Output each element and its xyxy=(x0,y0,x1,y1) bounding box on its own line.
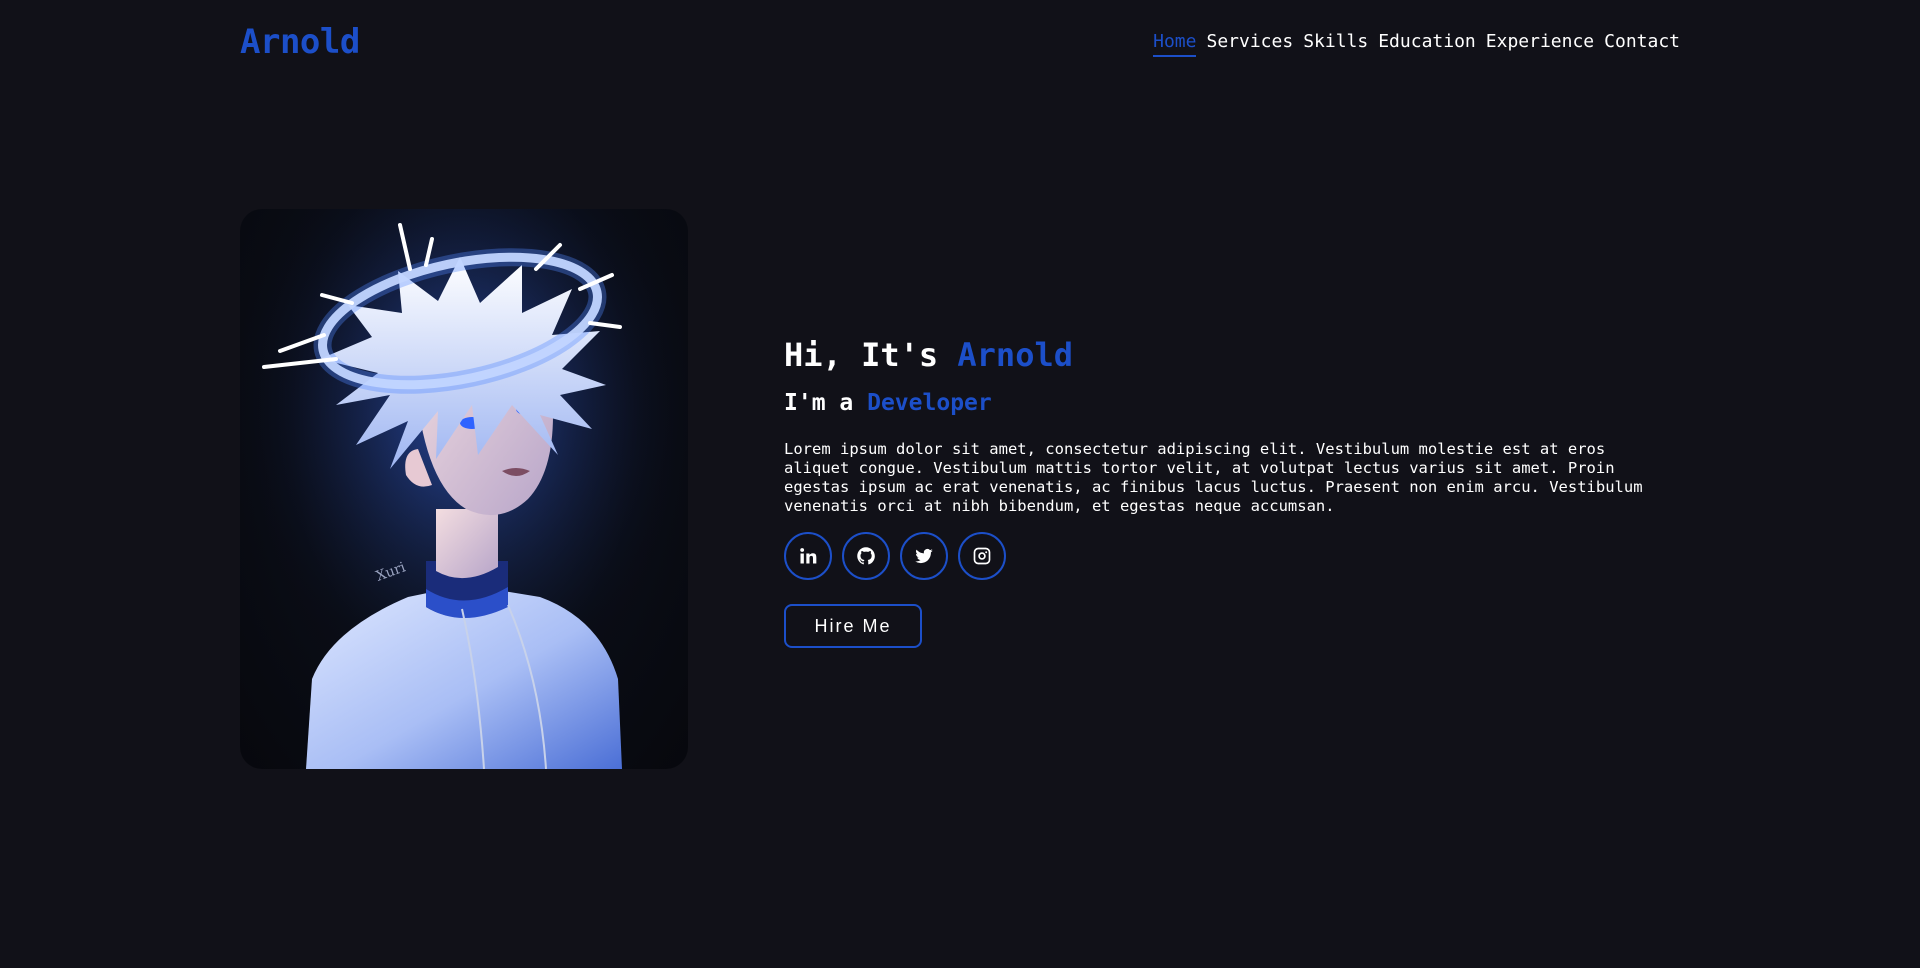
role-prefix: I'm a xyxy=(784,390,854,416)
nav-services[interactable]: Services xyxy=(1206,31,1293,57)
social-links xyxy=(784,532,1664,580)
twitter-icon xyxy=(915,548,933,564)
nav-education[interactable]: Education xyxy=(1378,31,1476,57)
nav-skills[interactable]: Skills xyxy=(1303,31,1368,57)
linkedin-link[interactable] xyxy=(784,532,832,580)
hero-intro: Hi, It's Arnold I'm a Developer Lorem ip… xyxy=(784,335,1664,648)
greeting-prefix: Hi, It's xyxy=(784,336,939,374)
page: Arnold Home Services Skills Education Ex… xyxy=(0,0,1920,968)
linkedin-icon xyxy=(800,548,817,564)
nav-home[interactable]: Home xyxy=(1153,31,1197,57)
instagram-link[interactable] xyxy=(958,532,1006,580)
logo[interactable]: Arnold xyxy=(240,22,360,62)
nav-contact[interactable]: Contact xyxy=(1604,31,1680,57)
github-link[interactable] xyxy=(842,532,890,580)
main-nav: Home Services Skills Education Experienc… xyxy=(1153,31,1680,57)
github-icon xyxy=(857,547,875,565)
hero-role: I'm a Developer xyxy=(784,388,1664,418)
instagram-icon xyxy=(973,547,991,565)
hero-name: Arnold xyxy=(957,336,1073,374)
hire-me-button[interactable]: Hire Me xyxy=(784,604,922,648)
portrait-image: Xuri xyxy=(240,209,688,769)
twitter-link[interactable] xyxy=(900,532,948,580)
hero-bio: Lorem ipsum dolor sit amet, consectetur … xyxy=(784,440,1643,515)
hero-greeting: Hi, It's Arnold xyxy=(784,335,1664,375)
role-title: Developer xyxy=(867,390,992,416)
nav-experience[interactable]: Experience xyxy=(1486,31,1594,57)
